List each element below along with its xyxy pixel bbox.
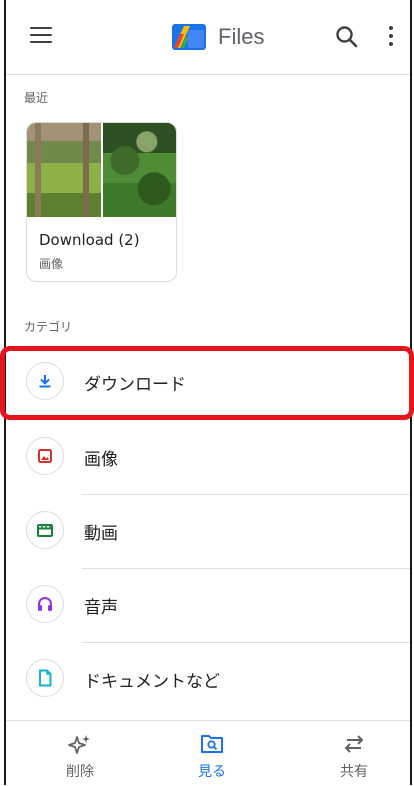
- category-audio[interactable]: 音声: [6, 569, 410, 643]
- video-icon: [26, 511, 64, 549]
- image-icon: [26, 437, 64, 475]
- headphones-icon: [26, 585, 64, 623]
- thumbnail-image: [100, 123, 176, 217]
- swap-arrows-icon: [344, 735, 364, 753]
- app-title-group: Files: [172, 22, 264, 52]
- nav-label: 見る: [198, 764, 226, 780]
- search-icon[interactable]: [334, 24, 360, 50]
- recent-download-card[interactable]: Download (2) 画像: [26, 122, 177, 282]
- recent-card-subtitle: 画像: [39, 257, 64, 271]
- category-videos[interactable]: 動画: [6, 495, 410, 569]
- recent-card-title: Download (2): [39, 231, 140, 249]
- sparkle-icon: [68, 735, 90, 754]
- recent-thumbnails: [27, 123, 176, 217]
- nav-share[interactable]: 共有: [304, 721, 404, 786]
- category-label: 画像: [84, 450, 118, 470]
- app-title: Files: [218, 24, 265, 49]
- recent-section-label: 最近: [24, 91, 49, 105]
- highlight-frame: [0, 346, 414, 420]
- files-logo-icon: [172, 24, 206, 50]
- category-label: ドキュメントなど: [84, 672, 220, 692]
- bottom-navigation: 削除 見る 共有: [6, 720, 410, 786]
- menu-icon[interactable]: [30, 27, 52, 47]
- nav-label: 削除: [66, 764, 94, 780]
- category-label: 音声: [84, 598, 118, 618]
- thumbnail-image: [27, 123, 101, 217]
- top-app-bar: Files: [6, 0, 410, 75]
- category-section-label: カテゴリ: [24, 320, 73, 334]
- more-options-icon[interactable]: [388, 26, 394, 48]
- category-documents[interactable]: ドキュメントなど: [6, 643, 410, 717]
- category-images[interactable]: 画像: [6, 421, 410, 495]
- document-icon: [26, 659, 64, 697]
- nav-label: 共有: [340, 764, 368, 780]
- browse-icon: [201, 735, 223, 753]
- category-label: 動画: [84, 524, 118, 544]
- nav-clean[interactable]: 削除: [30, 721, 130, 786]
- nav-browse[interactable]: 見る: [162, 721, 262, 786]
